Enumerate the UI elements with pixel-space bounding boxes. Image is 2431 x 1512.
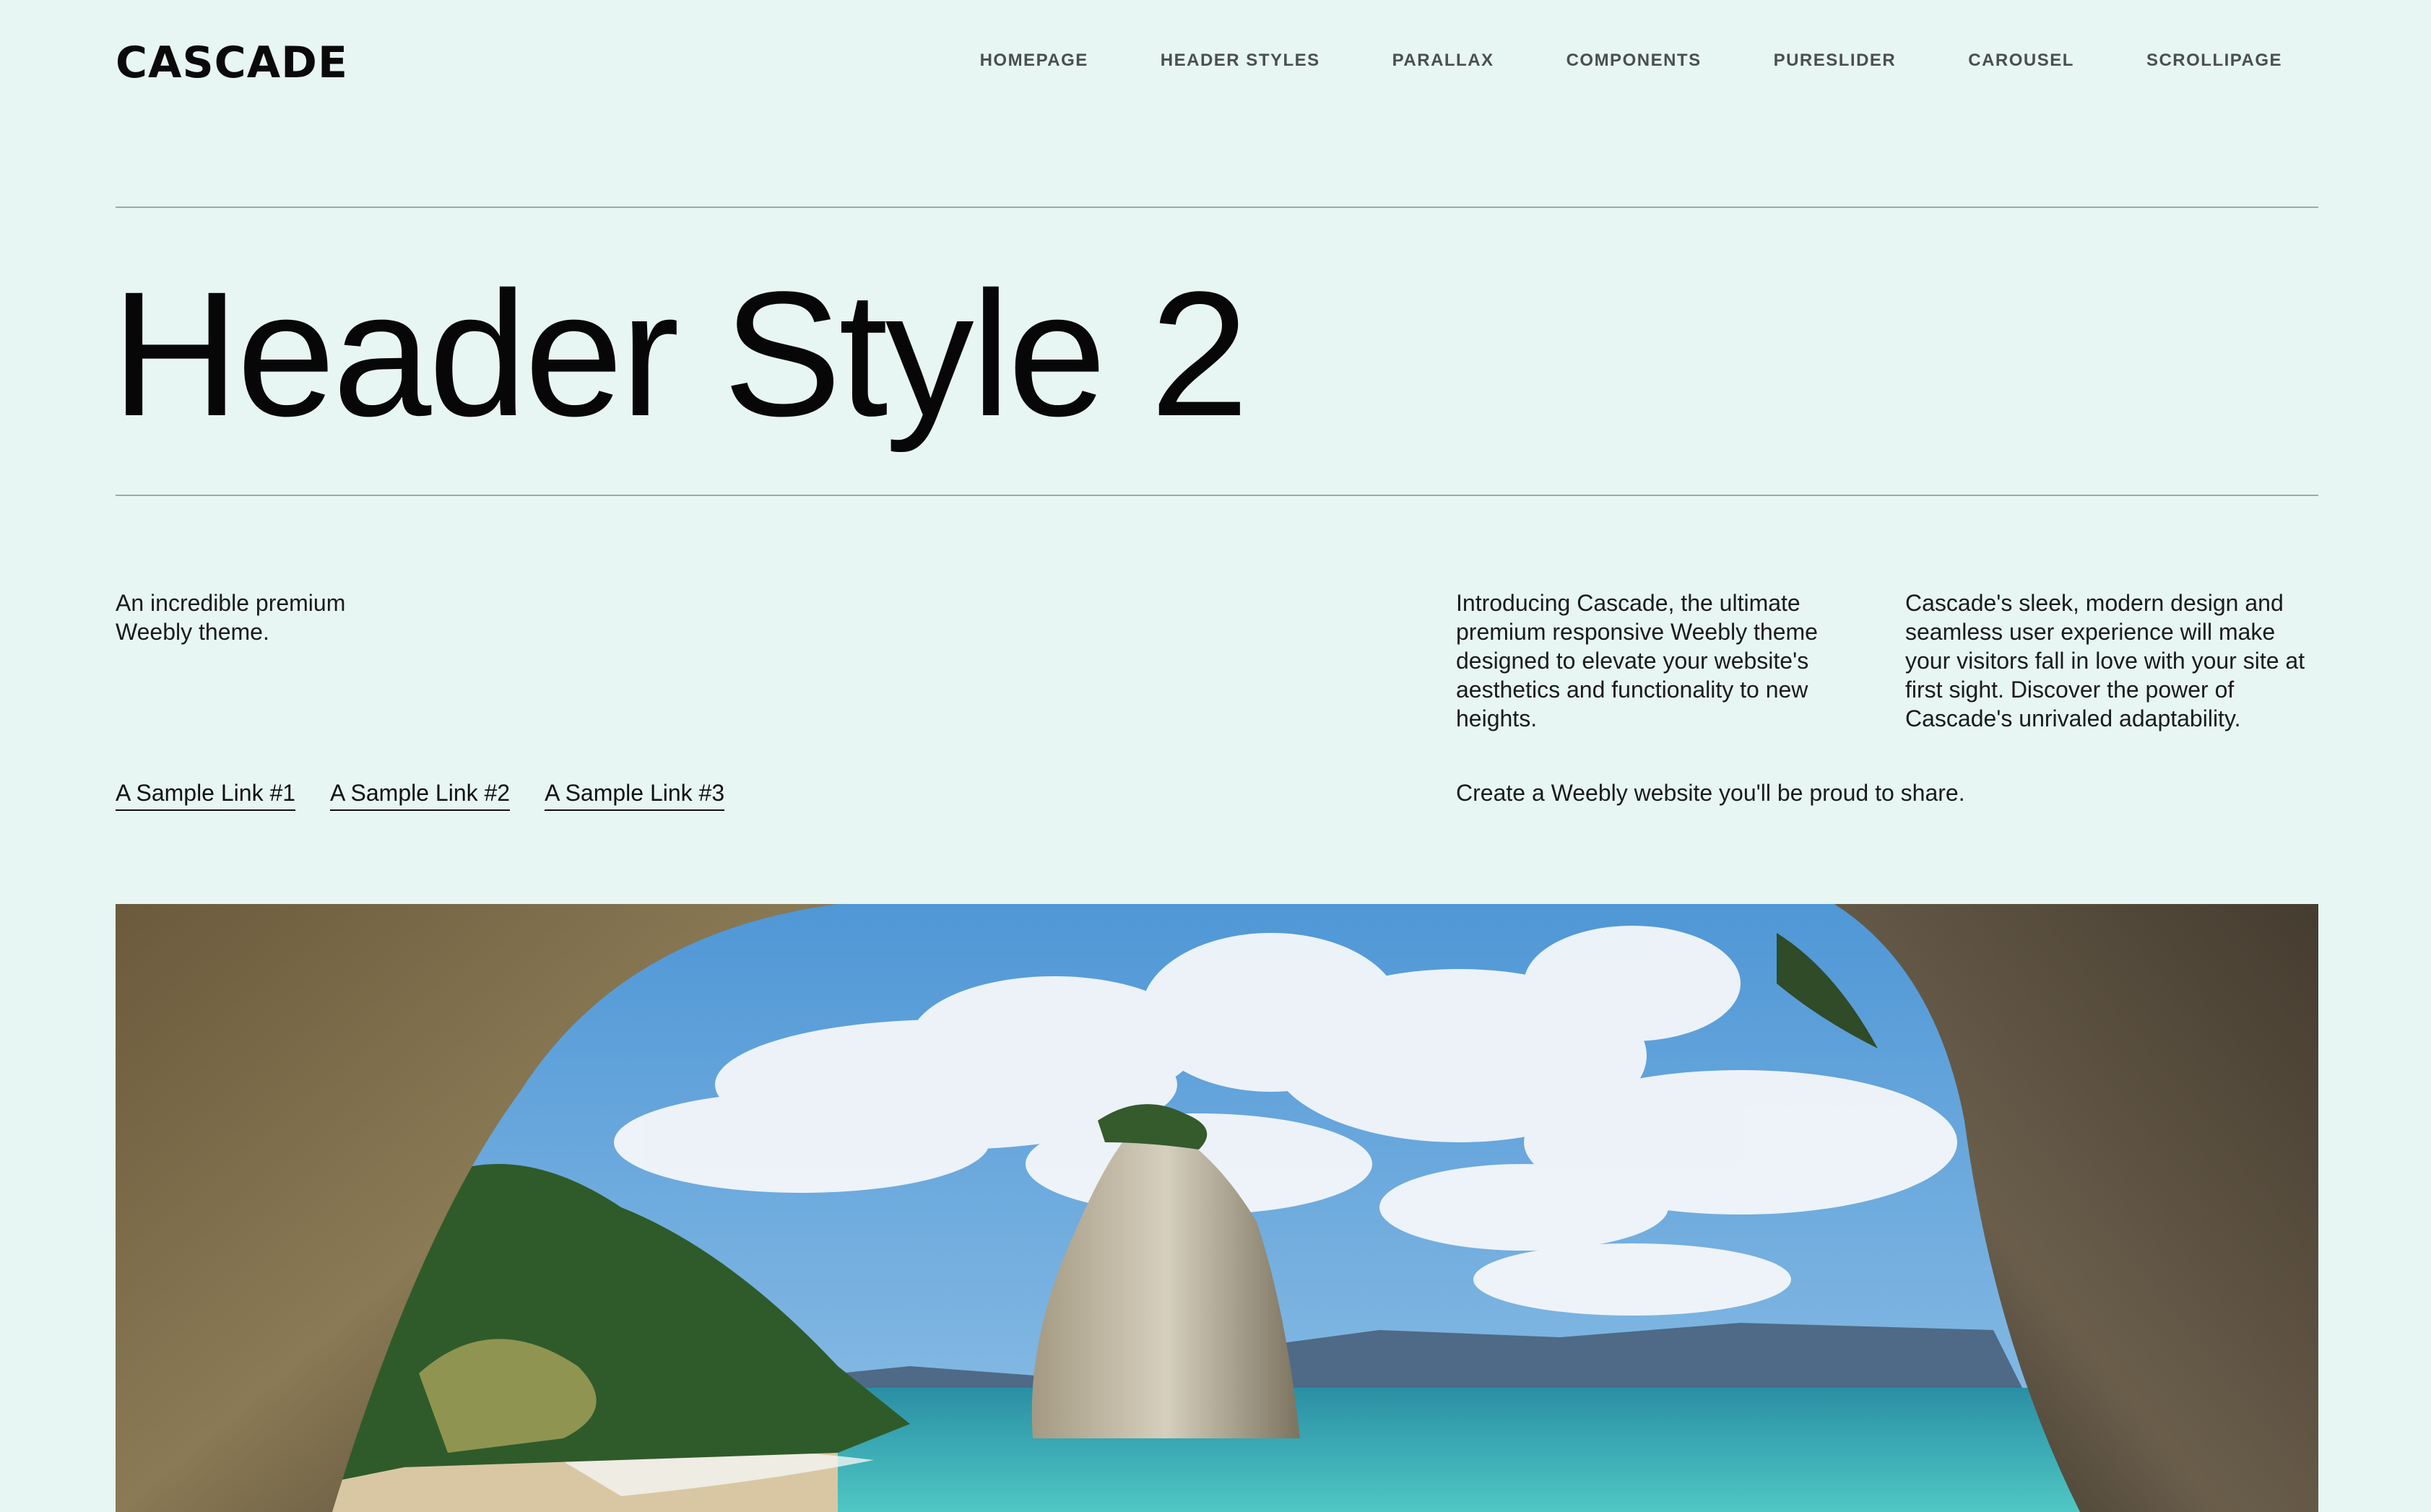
divider-top [116, 207, 2318, 208]
site-header: CASCADE HOMEPAGE HEADER STYLES PARALLAX … [116, 0, 2318, 130]
main-nav: HOMEPAGE HEADER STYLES PARALLAX COMPONEN… [980, 51, 2282, 71]
nav-item-parallax[interactable]: PARALLAX [1392, 51, 1494, 71]
cta-text: Create a Weebly website you'll be proud … [1456, 780, 1965, 806]
sample-link-2[interactable]: A Sample Link #2 [330, 780, 511, 811]
nav-item-homepage[interactable]: HOMEPAGE [980, 51, 1088, 71]
sample-link-3[interactable]: A Sample Link #3 [545, 780, 725, 811]
tagline: An incredible premium Weebly theme. [116, 590, 346, 645]
page-title: Header Style 2 [111, 255, 1249, 453]
nav-item-components[interactable]: COMPONENTS [1566, 51, 1702, 71]
intro-paragraph: Introducing Cascade, the ultimate premiu… [1456, 590, 1818, 731]
beach-cave-photo [116, 904, 2318, 1512]
hero-image [116, 904, 2318, 1512]
nav-item-header-styles[interactable]: HEADER STYLES [1161, 51, 1320, 71]
sample-links: A Sample Link #1 A Sample Link #2 A Samp… [116, 780, 725, 811]
sample-link-1[interactable]: A Sample Link #1 [116, 780, 296, 811]
nav-item-scrollipage[interactable]: SCROLLIPAGE [2146, 51, 2282, 71]
nav-item-carousel[interactable]: CAROUSEL [1968, 51, 2074, 71]
site-logo[interactable]: CASCADE [116, 38, 348, 88]
design-paragraph: Cascade's sleek, modern design and seaml… [1905, 590, 2305, 731]
nav-item-pureslider[interactable]: PURESLIDER [1774, 51, 1897, 71]
divider-bottom [116, 495, 2318, 496]
